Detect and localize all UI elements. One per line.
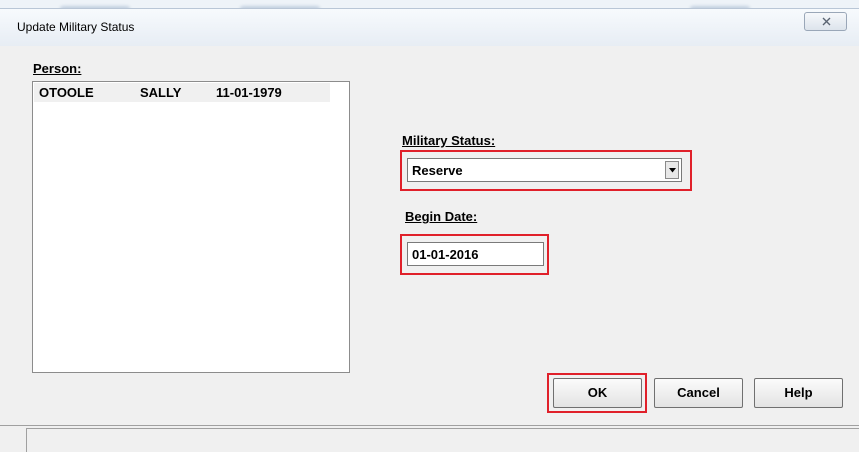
begin-date-input[interactable] bbox=[407, 242, 544, 266]
military-status-value: Reserve bbox=[412, 163, 463, 178]
dialog-title: Update Military Status bbox=[17, 20, 135, 34]
close-button[interactable] bbox=[804, 12, 847, 31]
person-list[interactable]: OTOOLE SALLY 11-01-1979 bbox=[32, 81, 350, 373]
military-status-select[interactable]: Reserve bbox=[407, 158, 682, 182]
person-first-name: SALLY bbox=[140, 85, 182, 100]
dialog-titlebar[interactable]: Update Military Status bbox=[0, 9, 859, 46]
help-button[interactable]: Help bbox=[754, 378, 843, 408]
person-label: Person: bbox=[33, 61, 82, 76]
update-military-status-dialog: Update Military Status Person: OTOOLE SA… bbox=[0, 8, 859, 452]
status-bar bbox=[26, 428, 859, 452]
screen: Update Military Status Person: OTOOLE SA… bbox=[0, 0, 859, 452]
dropdown-arrow-button[interactable] bbox=[665, 161, 679, 179]
close-icon bbox=[822, 17, 831, 26]
ok-button[interactable]: OK bbox=[553, 378, 642, 408]
person-birth-date: 11-01-1979 bbox=[216, 85, 282, 100]
cancel-button[interactable]: Cancel bbox=[654, 378, 743, 408]
list-item-selected[interactable]: OTOOLE SALLY 11-01-1979 bbox=[34, 83, 330, 102]
begin-date-label: Begin Date: bbox=[405, 209, 478, 224]
person-last-name: OTOOLE bbox=[39, 85, 94, 100]
chevron-down-icon bbox=[669, 168, 676, 173]
military-status-label: Military Status: bbox=[402, 133, 496, 148]
dialog-separator bbox=[0, 425, 859, 426]
